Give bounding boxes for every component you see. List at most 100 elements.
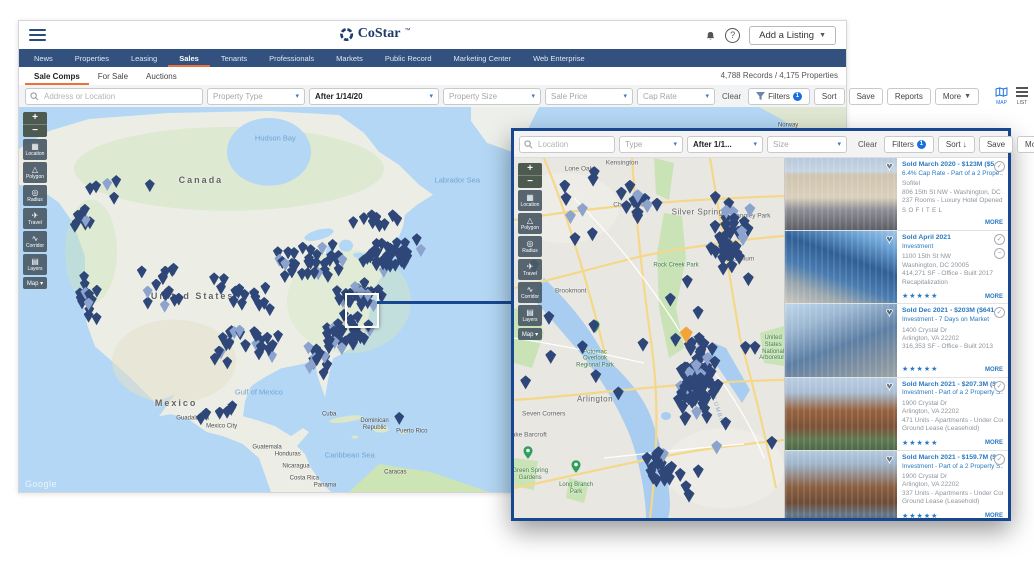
more-link[interactable]: MORE	[985, 513, 1003, 518]
detail-overlay-window: Type▾After 1/1...▾Size▾ Clear Filters 1 …	[511, 128, 1011, 521]
corridor-tool-button[interactable]: ∿Corridor	[23, 231, 47, 252]
travel-tool-button[interactable]: ✈Travel	[518, 259, 542, 280]
filter-dropdown-sale-price[interactable]: Sale Price▾	[545, 88, 633, 105]
nav-item-professionals[interactable]: Professionals	[258, 49, 325, 67]
property-card[interactable]: ♥Sold March 2021 - $159.7M ($...Investme…	[785, 451, 1008, 518]
overlay-clear-link[interactable]: Clear	[855, 140, 880, 149]
save-button[interactable]: Save	[849, 88, 883, 105]
favorite-heart-icon[interactable]: ♥	[886, 379, 893, 393]
search-input[interactable]	[42, 91, 198, 102]
more-link[interactable]: MORE	[985, 220, 1003, 228]
nav-item-leasing[interactable]: Leasing	[120, 49, 168, 67]
filters-button[interactable]: Filters 1	[748, 88, 810, 105]
favorite-heart-icon[interactable]: ♥	[886, 305, 893, 319]
more-link[interactable]: MORE	[985, 440, 1003, 448]
overlay-location-search[interactable]	[519, 136, 615, 153]
property-photo[interactable]: ♥	[785, 378, 897, 450]
radius-tool-button[interactable]: ◎Radius	[23, 185, 47, 206]
subtab-sale-comps[interactable]: Sale Comps	[25, 67, 89, 85]
select-check-icon[interactable]: ✓	[994, 454, 1005, 465]
clear-filters-link[interactable]: Clear	[719, 92, 744, 101]
add-listing-button[interactable]: Add a Listing ▼	[749, 26, 836, 45]
favorite-heart-icon[interactable]: ♥	[886, 452, 893, 466]
overlay-map[interactable]: +− ▦Location△Polygon◎Radius✈Travel∿Corrid…	[514, 158, 785, 518]
layers-tool-button[interactable]: ▤Layers	[23, 254, 47, 275]
property-sale-title[interactable]: Sold March 2021 - $207.3M ($...	[902, 381, 1003, 390]
nav-item-properties[interactable]: Properties	[64, 49, 120, 67]
location-tool-button[interactable]: ▦Location	[518, 190, 542, 211]
filter-dropdown-property-type[interactable]: Property Type▾	[207, 88, 305, 105]
property-card[interactable]: ♥Sold March 2020 - $123M ($5...6.4% Cap …	[785, 158, 1008, 231]
subtab-auctions[interactable]: Auctions	[137, 67, 186, 85]
property-sale-title[interactable]: Sold April 2021	[902, 234, 1003, 243]
sort-button[interactable]: Sort	[814, 88, 845, 105]
filter-dropdown-after-1-1[interactable]: After 1/1...▾	[687, 136, 763, 153]
filter-dropdown-property-size[interactable]: Property Size▾	[443, 88, 541, 105]
property-sale-title[interactable]: Sold March 2020 - $123M ($5...	[902, 161, 1003, 170]
property-sale-title[interactable]: Sold Dec 2021 - $203M ($641...	[902, 307, 1003, 316]
property-sale-subtitle: Investment - Part of a 2 Property S...	[902, 389, 1003, 397]
view-toggle-map[interactable]: MAP	[995, 87, 1008, 106]
select-check-icon[interactable]: ✓	[994, 234, 1005, 245]
chevron-down-icon: ▼	[964, 93, 971, 100]
filter-dropdown-cap-rate[interactable]: Cap Rate▾	[637, 88, 715, 105]
property-photo[interactable]: ♥	[785, 158, 897, 230]
hamburger-menu-icon[interactable]	[29, 29, 46, 41]
corridor-tool-button[interactable]: ∿Corridor	[518, 282, 542, 303]
nav-item-tenants[interactable]: Tenants	[210, 49, 258, 67]
property-photo[interactable]: ♥	[785, 451, 897, 518]
zoom-in-button[interactable]: +	[23, 112, 47, 124]
more-button[interactable]: More ▼	[935, 88, 979, 105]
filter-dropdown-size[interactable]: Size▾	[767, 136, 847, 153]
polygon-tool-button[interactable]: △Polygon	[518, 213, 542, 234]
select-check-icon[interactable]: ✓	[994, 307, 1005, 318]
filters-label: Filters	[892, 140, 914, 149]
nav-item-marketing-center[interactable]: Marketing Center	[443, 49, 523, 67]
select-check-icon[interactable]: ✓	[994, 381, 1005, 392]
favorite-heart-icon[interactable]: ♥	[886, 232, 893, 246]
map-style-button[interactable]: Map ▾	[23, 277, 47, 289]
overlay-more-button[interactable]: More ▼	[1017, 136, 1034, 153]
property-detail-line: 471 Units - Apartments - Under Const...	[902, 417, 1003, 425]
favorite-heart-icon[interactable]: ♥	[886, 159, 893, 173]
select-check-icon[interactable]: ✓	[994, 161, 1005, 172]
nav-item-public-record[interactable]: Public Record	[374, 49, 443, 67]
travel-tool-button[interactable]: ✈Travel	[23, 208, 47, 229]
zoom-out-button[interactable]: −	[518, 175, 542, 188]
help-icon[interactable]: ?	[725, 28, 740, 43]
nav-item-markets[interactable]: Markets	[325, 49, 374, 67]
zoom-in-button[interactable]: +	[518, 163, 542, 175]
location-tool-button[interactable]: ▦Location	[23, 139, 47, 160]
more-link[interactable]: MORE	[985, 367, 1003, 375]
subtab-for-sale[interactable]: For Sale	[89, 67, 137, 85]
radius-tool-button[interactable]: ◎Radius	[518, 236, 542, 257]
filter-dropdown-type[interactable]: Type▾	[619, 136, 683, 153]
property-card[interactable]: ♥Sold April 2021Investment1100 15th St N…	[785, 231, 1008, 304]
property-sale-title[interactable]: Sold March 2021 - $159.7M ($...	[902, 454, 1003, 463]
layers-tool-button[interactable]: ▤Layers	[518, 305, 542, 326]
map-style-button[interactable]: Map ▾	[518, 328, 542, 340]
location-search[interactable]	[25, 88, 203, 105]
property-photo[interactable]: ♥	[785, 231, 897, 303]
radius-icon: ◎	[527, 239, 534, 248]
nav-item-sales[interactable]: Sales	[168, 49, 210, 67]
polygon-tool-button[interactable]: △Polygon	[23, 162, 47, 183]
more-link[interactable]: MORE	[985, 294, 1003, 302]
property-card[interactable]: ♥ Sold March 2021 - $207.3M ($...Investme…	[785, 378, 1008, 451]
map-selection-square	[345, 293, 379, 328]
reports-button[interactable]: Reports	[887, 88, 931, 105]
remove-minus-icon[interactable]: −	[994, 248, 1005, 259]
bell-icon[interactable]	[705, 30, 716, 42]
overlay-save-button[interactable]: Save	[979, 136, 1013, 153]
property-card[interactable]: ♥Sold Dec 2021 - $203M ($641...Investmen…	[785, 304, 1008, 377]
property-card-body: Sold March 2021 - $207.3M ($...Investmen…	[897, 378, 1008, 450]
filter-dropdown-after-1-14-20[interactable]: After 1/14/20▾	[309, 88, 439, 105]
overlay-search-input[interactable]	[536, 139, 610, 150]
overlay-filters-button[interactable]: Filters 1	[884, 136, 934, 153]
property-photo[interactable]: ♥	[785, 304, 897, 376]
zoom-out-button[interactable]: −	[23, 124, 47, 137]
view-toggle-list[interactable]: LIST	[1016, 87, 1028, 106]
overlay-sort-button[interactable]: Sort ↓	[938, 136, 975, 153]
nav-item-web-enterprise[interactable]: Web Enterprise	[522, 49, 596, 67]
nav-item-news[interactable]: News	[23, 49, 64, 67]
